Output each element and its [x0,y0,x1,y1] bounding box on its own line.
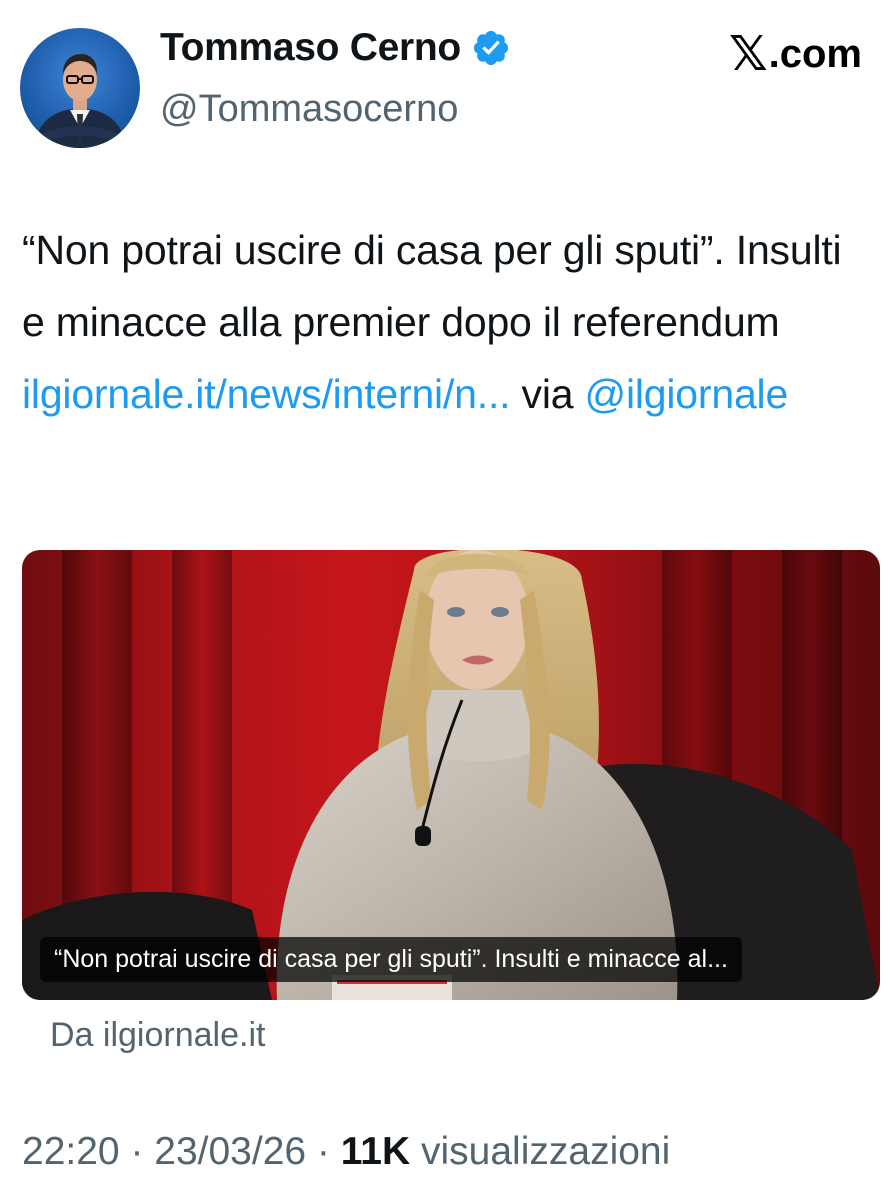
card-caption: “Non potrai uscire di casa per gli sputi… [40,937,742,982]
tweet-body-text: “Non potrai uscire di casa per gli sputi… [22,227,842,345]
display-name-text: Tommaso Cerno [160,26,461,69]
display-name[interactable]: Tommaso Cerno [160,26,511,70]
article-photo [22,550,880,1000]
link-preview-card[interactable]: “Non potrai uscire di casa per gli sputi… [22,550,880,1000]
user-handle[interactable]: @Tommasocerno [160,88,458,131]
x-brand-logo: 𝕏 .com [729,26,862,82]
x-logo-icon: 𝕏 [728,26,768,82]
card-source[interactable]: Da ilgiornale.it [50,1016,265,1055]
tweet-text: “Non potrai uscire di casa per gli sputi… [22,214,872,430]
views-count: 11K [340,1130,411,1173]
verified-badge-icon [471,28,511,68]
views-label: visualizzazioni [410,1130,671,1173]
mention-link[interactable]: @ilgiornale [585,371,789,417]
avatar-image [34,54,126,148]
avatar[interactable] [20,28,140,148]
tweet-meta: 22:20 · 23/03/26 · 11K visualizzazioni [22,1130,670,1174]
tweet-time[interactable]: 22:20 [22,1130,120,1173]
brand-suffix: .com [768,31,862,76]
via-text: via [510,371,585,417]
meta-separator: · [119,1130,155,1173]
tweet-date[interactable]: 23/03/26 [154,1130,306,1173]
meta-separator-2: · [306,1130,341,1173]
article-link[interactable]: ilgiornale.it/news/interni/n... [22,371,511,417]
